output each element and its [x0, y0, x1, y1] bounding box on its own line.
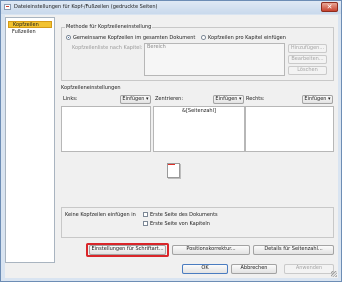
insert-range-button[interactable]: Hinzufügen... [288, 44, 327, 53]
delete-range-button[interactable]: Löschen [288, 66, 327, 75]
close-button[interactable]: ✕ [321, 2, 338, 12]
sidebar-item-fusszeilen[interactable]: Fußzeilen [8, 29, 52, 36]
no-header-label: Keine Kopfzeilen einfügen in [65, 212, 136, 218]
app-icon [4, 4, 11, 10]
cancel-button[interactable]: Abbrechen [231, 264, 277, 274]
font-settings-button[interactable]: Einstellungen für Schriftart... [89, 245, 166, 255]
edit-range-button[interactable]: Bearbeiten... [288, 55, 327, 64]
center-insert-button[interactable]: Einfügen ▾ [213, 95, 244, 104]
left-insert-button[interactable]: Einfügen ▾ [120, 95, 151, 104]
checkbox-first-page-chapter[interactable] [143, 221, 148, 226]
center-header-textbox[interactable]: &[Seitenzahl] [153, 106, 245, 152]
page-preview-thumbnail [167, 163, 180, 178]
checkbox-first-page-document-label[interactable]: Erste Seite des Dokuments [150, 212, 218, 218]
range-column-header: Bereich [147, 44, 166, 50]
ok-button[interactable]: OK [182, 264, 228, 274]
position-correction-button[interactable]: Positionskorrektur... [172, 245, 250, 255]
method-group-label: Methode für Kopfzeileneinstellung [65, 24, 153, 30]
right-insert-button[interactable]: Einfügen ▾ [302, 95, 333, 104]
checkbox-first-page-chapter-label[interactable]: Erste Seite von Kapiteln [150, 221, 210, 227]
section-list: Kopfzeilen Fußzeilen [5, 17, 55, 263]
right-label: Rechts: [246, 96, 265, 102]
apply-button[interactable]: Anwenden [284, 264, 334, 274]
radio-shared-headers[interactable] [66, 35, 71, 40]
chapter-range-list[interactable]: Bereich [144, 43, 285, 76]
header-settings-label: Kopfzeileneinstellungen [61, 85, 121, 91]
dialog-window: Dateieinstellungen für Kopf-/Fußzeilen (… [0, 0, 342, 282]
dialog-client: Kopfzeilen Fußzeilen Methode für Kopfzei… [5, 15, 338, 278]
title-bar[interactable]: Dateieinstellungen für Kopf-/Fußzeilen (… [1, 1, 341, 14]
radio-per-chapter-label[interactable]: Kopfzeilen pro Kapitel einfügen [208, 35, 286, 41]
window-title: Dateieinstellungen für Kopf-/Fußzeilen (… [14, 4, 158, 10]
left-header-textbox[interactable] [61, 106, 151, 152]
page-number-details-button[interactable]: Details für Seitenzahl... [253, 245, 334, 255]
right-header-textbox[interactable] [245, 106, 334, 152]
checkbox-first-page-document[interactable] [143, 212, 148, 217]
radio-per-chapter[interactable] [201, 35, 206, 40]
center-header-value: &[Seitenzahl] [182, 108, 216, 114]
resize-grip-icon[interactable] [331, 271, 337, 277]
center-label: Zentrieren: [155, 96, 184, 102]
radio-shared-headers-label[interactable]: Gemeinsame Kopfzeilen im gesamten Dokume… [73, 35, 195, 41]
chapter-list-label: Kopfzeilenliste nach Kapitel: [72, 45, 143, 51]
left-label: Links: [63, 96, 78, 102]
sidebar-item-kopfzeilen[interactable]: Kopfzeilen [8, 21, 52, 28]
